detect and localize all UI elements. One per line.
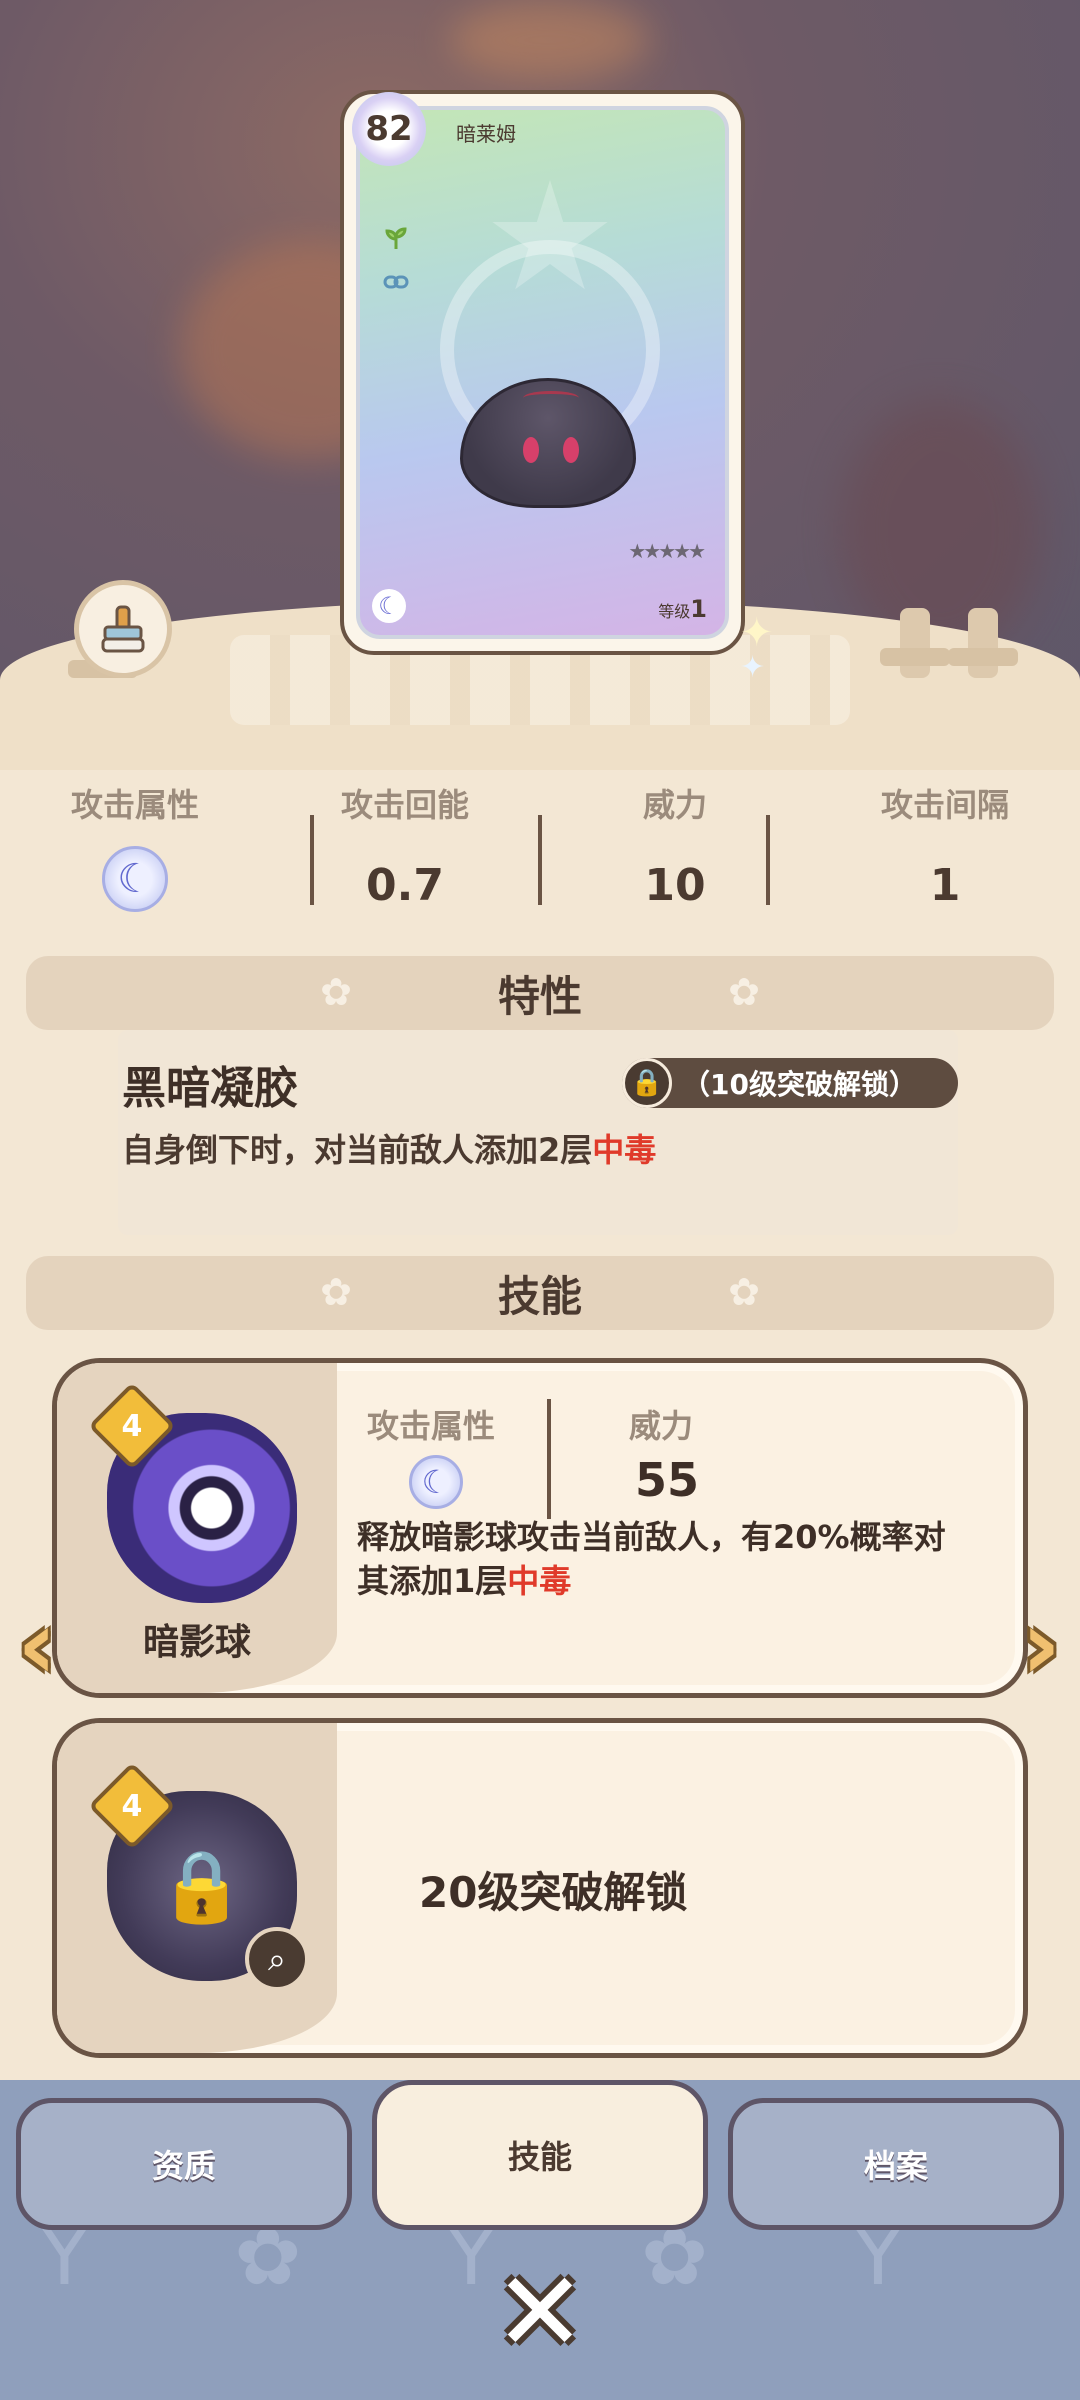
character-name: 暗莱姆 xyxy=(456,122,516,146)
lock-icon: 🔒 xyxy=(622,1058,672,1108)
tab-aptitude[interactable]: 资质 xyxy=(16,2098,352,2230)
link-icon xyxy=(380,266,412,298)
skill-attr-label: 攻击属性 xyxy=(367,1407,496,1445)
skill-power-value: 55 xyxy=(635,1453,700,1507)
prev-arrow-button[interactable]: ‹ xyxy=(2,1589,72,1701)
sprout-icon xyxy=(380,222,412,254)
paw-icon: ✿ xyxy=(728,970,760,1014)
skill-power-label: 威力 xyxy=(629,1407,694,1445)
fence-post xyxy=(880,608,950,678)
divider xyxy=(538,815,542,905)
moon-icon: ☾ xyxy=(409,1455,463,1509)
stat-energy-regen: 攻击回能 0.7 xyxy=(340,786,469,911)
next-arrow-button[interactable]: › xyxy=(1006,1589,1076,1701)
close-button[interactable]: ✕ xyxy=(488,2248,592,2376)
moon-icon: ☾ xyxy=(372,589,406,623)
stat-power: 威力 10 xyxy=(642,786,707,911)
magnifier-button[interactable]: ⌕ xyxy=(245,1927,309,1991)
skill-card-locked[interactable]: 🔒 4 ⌕ 20级突破解锁 xyxy=(52,1718,1028,2058)
trait-title: 黑暗凝胶 xyxy=(122,1063,298,1114)
skill-card-shadow-ball[interactable]: 4 暗影球 攻击属性 ☾ 威力 55 释放暗影球攻击当前敌人，有20%概率对 其… xyxy=(52,1358,1028,1698)
paw-icon: ✿ xyxy=(320,1270,352,1314)
divider xyxy=(547,1399,551,1519)
skills-header: ✿ 技能 ✿ xyxy=(26,1256,1054,1330)
brush-button[interactable] xyxy=(74,580,172,678)
moon-icon: ☾ xyxy=(102,846,168,912)
paw-icon: ✿ xyxy=(728,1270,760,1314)
trait-description: 自身倒下时，对当前敌人添加2层中毒 xyxy=(122,1131,657,1169)
sparkle-icon: ✦ xyxy=(740,650,766,685)
stat-attack-interval: 攻击间隔 1 xyxy=(880,786,1009,911)
locked-skill-text: 20级突破解锁 xyxy=(419,1868,688,1917)
trait-lock-badge: 🔒 （10级突破解锁） xyxy=(622,1058,958,1108)
brush-icon xyxy=(101,605,145,653)
paw-icon: ✿ xyxy=(320,970,352,1014)
skill-description: 释放暗影球攻击当前敌人，有20%概率对 其添加1层中毒 xyxy=(357,1518,946,1600)
divider xyxy=(310,815,314,905)
stat-attack-attribute: 攻击属性 ☾ xyxy=(25,780,245,912)
skill-name: 暗影球 xyxy=(143,1622,252,1663)
traits-header: ✿ 特性 ✿ xyxy=(26,956,1054,1030)
divider xyxy=(766,815,770,905)
rarity-stars-icon: ★★★★★ xyxy=(628,539,706,563)
tab-archive[interactable]: 档案 xyxy=(728,2098,1064,2230)
card-level: 等级1 xyxy=(658,595,707,623)
card-art: ★★★★★ ☾ 等级1 xyxy=(356,106,729,639)
character-card[interactable]: ★★★★★ ☾ 等级1 82 暗莱姆 xyxy=(340,90,745,655)
fence-post xyxy=(948,608,1018,678)
tab-skills[interactable]: 技能 xyxy=(372,2080,708,2230)
level-badge: 82 xyxy=(352,92,426,166)
